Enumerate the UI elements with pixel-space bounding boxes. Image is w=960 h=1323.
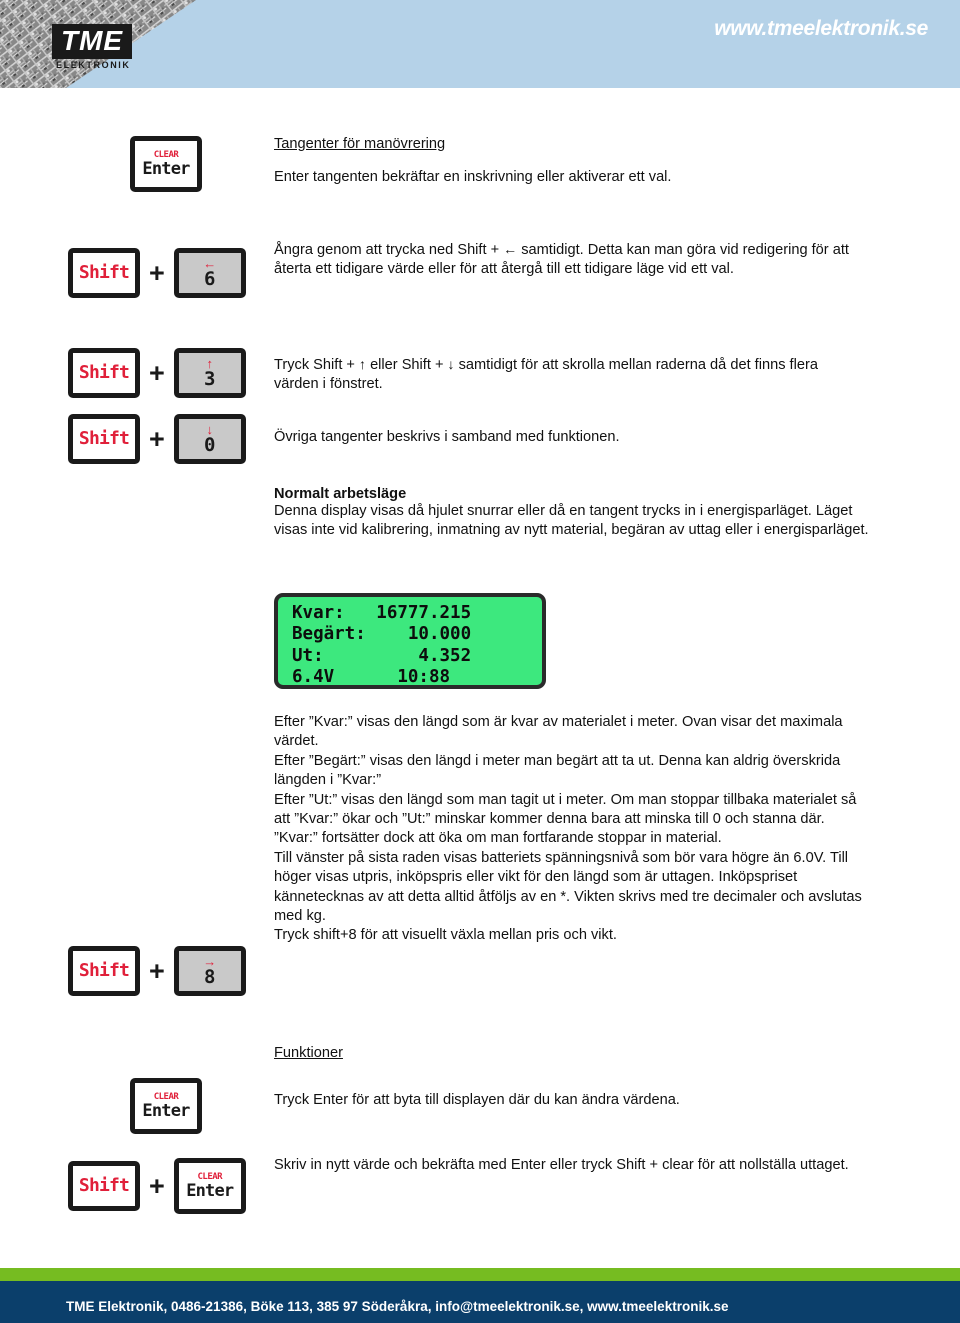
- keygroup-enter: CLEAR Enter: [130, 136, 202, 192]
- block-undo-description: Ångra genom att trycka ned Shift + ← sam…: [274, 240, 859, 280]
- key-shift-label-4: Shift: [78, 960, 130, 981]
- block-keys-intro: Tangenter för manövrering Enter tangente…: [274, 136, 874, 187]
- site-url: www.tmeelektronik.se: [714, 17, 928, 40]
- lcd-display: Kvar: 16777.215 Begärt: 10.000 Ut: 4.352…: [274, 593, 546, 689]
- key-shift-3[interactable]: Shift: [68, 414, 140, 464]
- row-shift-0: Shift + ↓ 0: [68, 414, 246, 464]
- scroll-desc-part-b: eller Shift +: [366, 357, 448, 373]
- row-functions-shift-enter: Shift + CLEAR Enter: [68, 1158, 246, 1214]
- key-enter-3[interactable]: CLEAR Enter: [173, 1158, 246, 1214]
- key-0-label: 0: [204, 434, 216, 456]
- key-shift-label: Shift: [78, 262, 130, 283]
- block-normal-mode: Normalt arbetsläge Denna display visas d…: [274, 486, 869, 541]
- functions-shift-clear-description: Skriv in nytt värde och bekräfta med Ent…: [274, 1157, 849, 1173]
- lcd-line-status: 6.4V 10:88: [292, 667, 451, 688]
- tme-logo-text: TME: [61, 25, 124, 56]
- key-3[interactable]: ↑ 3: [173, 348, 246, 398]
- key-shift-label-2: Shift: [78, 362, 130, 383]
- tme-logo-subtitle: ELEKTRONIK: [56, 60, 131, 70]
- block-scroll-description: Tryck Shift + ↑ eller Shift + ↓ samtidig…: [274, 355, 854, 395]
- key-shift-5[interactable]: Shift: [68, 1161, 140, 1211]
- other-keys-description: Övriga tangenter beskrivs i samband med …: [274, 429, 620, 445]
- normal-mode-description: Denna display visas då hjulet snurrar el…: [274, 503, 869, 539]
- tme-logo: TME: [52, 24, 133, 59]
- undo-desc-part-a: Ångra genom att trycka ned Shift +: [274, 242, 504, 258]
- scroll-desc-part-a: Tryck Shift +: [274, 357, 360, 373]
- lcd-line-begart: Begärt: 10.000: [292, 624, 472, 645]
- key-6[interactable]: ← 6: [173, 248, 246, 298]
- key-6-label: 6: [204, 268, 216, 290]
- row-shift-8: Shift + → 8: [68, 946, 246, 996]
- keygroup-shift-3: Shift + ↑ 3: [68, 348, 246, 398]
- enter-description: Enter tangenten bekräftar en inskrivning…: [274, 169, 672, 185]
- arrow-down-inline-icon: ↓: [447, 356, 455, 372]
- key-enter-label-2: Enter: [142, 1100, 190, 1121]
- lcd-line-ut: Ut: 4.352: [292, 645, 472, 666]
- key-shift-label-5: Shift: [78, 1175, 130, 1196]
- plus-symbol: +: [149, 257, 165, 288]
- row-functions-enter: CLEAR Enter: [130, 1078, 202, 1134]
- key-3-label: 3: [204, 368, 216, 390]
- key-enter-label-3: Enter: [186, 1180, 234, 1201]
- key-shift[interactable]: Shift: [68, 248, 140, 298]
- key-shift-2[interactable]: Shift: [68, 348, 140, 398]
- plus-symbol-3: +: [149, 423, 165, 454]
- keys-heading: Tangenter för manövrering: [274, 136, 446, 152]
- functions-enter-description: Tryck Enter för att byta till displayen …: [274, 1092, 680, 1108]
- arrow-left-inline-icon: ←: [503, 241, 518, 257]
- row-enter-key: CLEAR Enter: [130, 136, 202, 192]
- footer-accent-stripe: [0, 1268, 960, 1281]
- keygroup-functions-shift-enter: Shift + CLEAR Enter: [68, 1158, 246, 1214]
- key-enter-label: Enter: [142, 158, 190, 179]
- footer-contact-info: TME Elektronik, 0486-21386, Böke 113, 38…: [66, 1299, 729, 1314]
- manual-page: TME ELEKTRONIK www.tmeelektronik.se CLEA…: [0, 0, 960, 1323]
- lcd-line-kvar: Kvar: 16777.215: [292, 603, 472, 623]
- key-0[interactable]: ↓ 0: [173, 414, 246, 464]
- key-8-label: 8: [204, 966, 216, 988]
- normal-mode-heading: Normalt arbetsläge: [274, 486, 407, 502]
- keygroup-shift-6: Shift + ← 6: [68, 248, 246, 298]
- plus-symbol-5: +: [149, 1170, 165, 1201]
- row-shift-3: Shift + ↑ 3: [68, 348, 246, 398]
- key-8[interactable]: → 8: [173, 946, 246, 996]
- keygroup-shift-0: Shift + ↓ 0: [68, 414, 246, 464]
- functions-heading: Funktioner: [274, 1045, 343, 1061]
- keygroup-functions-enter: CLEAR Enter: [130, 1078, 202, 1134]
- key-enter[interactable]: CLEAR Enter: [130, 136, 202, 192]
- page-header: TME ELEKTRONIK www.tmeelektronik.se: [0, 0, 960, 88]
- key-shift-4[interactable]: Shift: [68, 946, 140, 996]
- display-description: Efter ”Kvar:” visas den längd som är kva…: [274, 714, 862, 944]
- plus-symbol-4: +: [149, 955, 165, 986]
- keygroup-shift-8: Shift + → 8: [68, 946, 246, 996]
- arrow-up-inline-icon: ↑: [359, 356, 367, 372]
- key-enter-2[interactable]: CLEAR Enter: [130, 1078, 202, 1134]
- plus-symbol-2: +: [149, 357, 165, 388]
- key-shift-label-3: Shift: [78, 428, 130, 449]
- page-content: CLEAR Enter Tangenter för manövrering En…: [0, 88, 960, 1268]
- row-shift-6: Shift + ← 6: [68, 248, 246, 298]
